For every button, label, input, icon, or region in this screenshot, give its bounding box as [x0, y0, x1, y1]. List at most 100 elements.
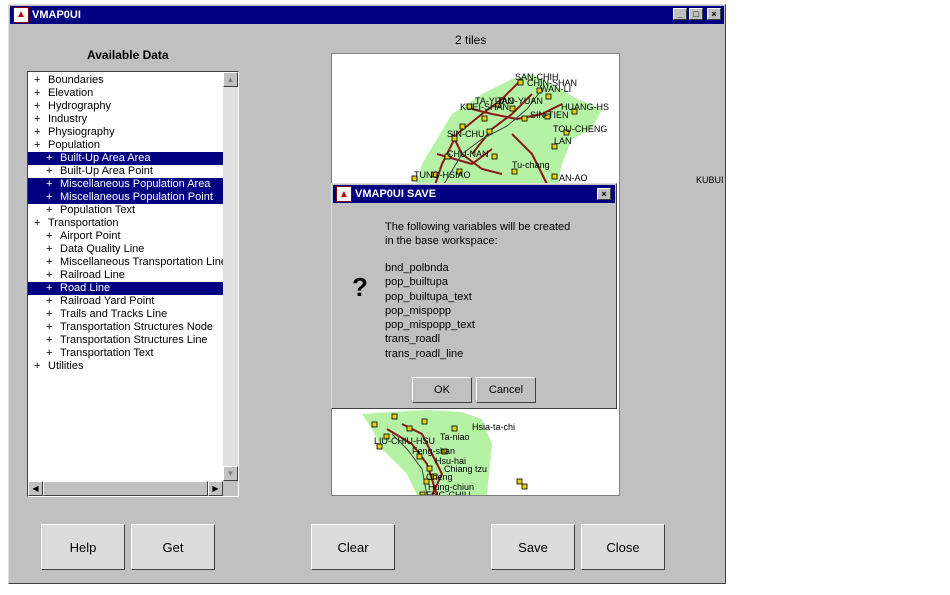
variable-list: bnd_polbnda pop_builtupa pop_builtupa_text… — [385, 261, 475, 361]
cancel-button[interactable]: Cancel — [476, 377, 536, 403]
tree-item-label: Built-Up Area Area — [60, 152, 151, 164]
map-place-label: LAN — [554, 136, 572, 146]
scroll-down-arrow-icon[interactable]: ▼ — [223, 466, 238, 481]
expand-plus-icon[interactable]: + — [46, 243, 52, 256]
tree-item[interactable]: + Built-Up Area Point — [28, 165, 223, 178]
expand-plus-icon[interactable]: + — [46, 256, 52, 269]
expand-plus-icon[interactable]: + — [46, 191, 52, 204]
get-button[interactable]: Get — [131, 524, 215, 570]
scroll-up-arrow-icon[interactable]: ▲ — [223, 72, 238, 87]
minimize-button[interactable]: _ — [673, 8, 687, 20]
tree-item[interactable]: + Industry — [28, 113, 223, 126]
tree-item[interactable]: + Transportation Text — [28, 347, 223, 360]
expand-plus-icon[interactable]: + — [46, 230, 52, 243]
dialog-close-button[interactable]: × — [597, 188, 611, 200]
tree-item[interactable]: + Population Text — [28, 204, 223, 217]
clear-button[interactable]: Clear — [311, 524, 395, 570]
expand-plus-icon[interactable]: + — [34, 126, 40, 139]
ok-button[interactable]: OK — [412, 377, 472, 403]
tree-item-label: Industry — [48, 113, 88, 125]
expand-plus-icon[interactable]: + — [46, 295, 52, 308]
save-dialog: ▲ VMAP0UI SAVE × ? The following variabl… — [331, 183, 617, 409]
map-place-label: Feng-shan — [412, 446, 456, 456]
map-place-label: Ta-niao — [440, 432, 470, 442]
horizontal-scroll-thumb[interactable] — [43, 481, 208, 496]
expand-plus-icon[interactable]: + — [46, 152, 52, 165]
map-place-label: Tu-chang — [512, 160, 550, 170]
expand-plus-icon[interactable]: + — [46, 308, 52, 321]
tree-item-label: Population — [48, 139, 100, 151]
map-place-label: SIN-CHU — [447, 129, 485, 139]
expand-plus-icon[interactable]: + — [34, 100, 40, 113]
tree-item-label: Railroad Line — [60, 269, 125, 281]
tree-item[interactable]: + Miscellaneous Population Point — [28, 191, 223, 204]
map-place-label: Cheng — [426, 472, 453, 482]
tree-item[interactable]: + Railroad Line — [28, 269, 223, 282]
expand-plus-icon[interactable]: + — [34, 87, 40, 100]
question-icon: ? — [352, 272, 368, 302]
tree-item[interactable]: + Miscellaneous Transportation Line — [28, 256, 227, 269]
help-button[interactable]: Help — [41, 524, 125, 570]
maximize-button[interactable]: □ — [689, 8, 703, 20]
expand-plus-icon[interactable]: + — [34, 113, 40, 126]
window-title: VMAP0UI — [32, 9, 81, 21]
scroll-left-arrow-icon[interactable]: ◀ — [28, 481, 43, 496]
tree-item-label: Hydrography — [48, 100, 111, 112]
expand-plus-icon[interactable]: + — [34, 139, 40, 152]
map-place-label: WAN-LI — [540, 84, 572, 94]
map-label-kubui: KUBUI — [696, 175, 724, 185]
variable-name: pop_builtupa — [385, 276, 449, 289]
tree-item[interactable]: + Elevation — [28, 87, 223, 100]
horizontal-scrollbar[interactable]: ◀ ▶ — [28, 481, 223, 496]
vertical-scrollbar[interactable]: ▲ ▼ — [223, 72, 238, 481]
tree-item-label: Built-Up Area Point — [60, 165, 153, 177]
tree-item[interactable]: + Boundaries — [28, 74, 223, 87]
map-place-label: Hsia-ta-chi — [472, 422, 516, 432]
scroll-right-arrow-icon[interactable]: ▶ — [208, 481, 223, 496]
tree-item-label: Transportation Text — [60, 347, 154, 359]
tree-item[interactable]: + Transportation Structures Node — [28, 321, 223, 334]
tree-item[interactable]: + Utilities — [28, 360, 223, 373]
expand-plus-icon[interactable]: + — [46, 347, 52, 360]
tree-item[interactable]: + Transportation Structures Line — [28, 334, 223, 347]
matlab-logo-icon: ▲ — [13, 7, 29, 23]
expand-plus-icon[interactable]: + — [46, 204, 52, 217]
tree-item[interactable]: + Road Line — [28, 282, 223, 295]
map-place-label: TUNG-HSIAO — [414, 170, 471, 180]
expand-plus-icon[interactable]: + — [46, 178, 52, 191]
expand-plus-icon[interactable]: + — [34, 74, 40, 87]
expand-plus-icon[interactable]: + — [46, 269, 52, 282]
tree-item[interactable]: + Built-Up Area Area — [28, 152, 223, 165]
tree-item[interactable]: + Trails and Tracks Line — [28, 308, 223, 321]
tree-item[interactable]: + Physiography — [28, 126, 223, 139]
tree-item[interactable]: + Data Quality Line — [28, 243, 223, 256]
close-window-button[interactable]: × — [707, 8, 721, 20]
available-data-tree[interactable]: + Boundaries + Elevation + Hydrography + Indust… — [27, 71, 239, 497]
tree-item[interactable]: + Population — [28, 139, 223, 152]
expand-plus-icon[interactable]: + — [46, 334, 52, 347]
tree-item-label: Trails and Tracks Line — [60, 308, 168, 320]
tree-item-label: Utilities — [48, 360, 84, 372]
expand-plus-icon[interactable]: + — [46, 165, 52, 178]
tree-item-label: Data Quality Line — [60, 243, 145, 255]
variable-name: bnd_polbnda — [385, 262, 449, 274]
tree-item[interactable]: + Hydrography — [28, 100, 223, 113]
matlab-logo-icon: ▲ — [336, 186, 352, 202]
tree-item[interactable]: + Railroad Yard Point — [28, 295, 223, 308]
expand-plus-icon[interactable]: + — [46, 321, 52, 334]
tree-item[interactable]: + Miscellaneous Population Area — [28, 178, 223, 191]
save-button[interactable]: Save — [491, 524, 575, 570]
dialog-titlebar[interactable]: ▲ VMAP0UI SAVE × — [333, 185, 615, 203]
tree-item[interactable]: + Transportation — [28, 217, 223, 230]
tree-item[interactable]: + Airport Point — [28, 230, 223, 243]
variable-name: trans_roadl_line — [385, 347, 464, 360]
expand-plus-icon[interactable]: + — [34, 360, 40, 373]
tree-item-label: Elevation — [48, 87, 94, 99]
tiles-count-label: 2 tiles — [455, 33, 487, 47]
close-button[interactable]: Close — [581, 524, 665, 570]
expand-plus-icon[interactable]: + — [34, 217, 40, 230]
dialog-title: VMAP0UI SAVE — [355, 188, 437, 200]
window-titlebar[interactable]: ▲ VMAP0UI _ □ × — [10, 6, 724, 24]
tree-item-label: Miscellaneous Population Point — [60, 191, 213, 203]
expand-plus-icon[interactable]: + — [46, 282, 52, 295]
